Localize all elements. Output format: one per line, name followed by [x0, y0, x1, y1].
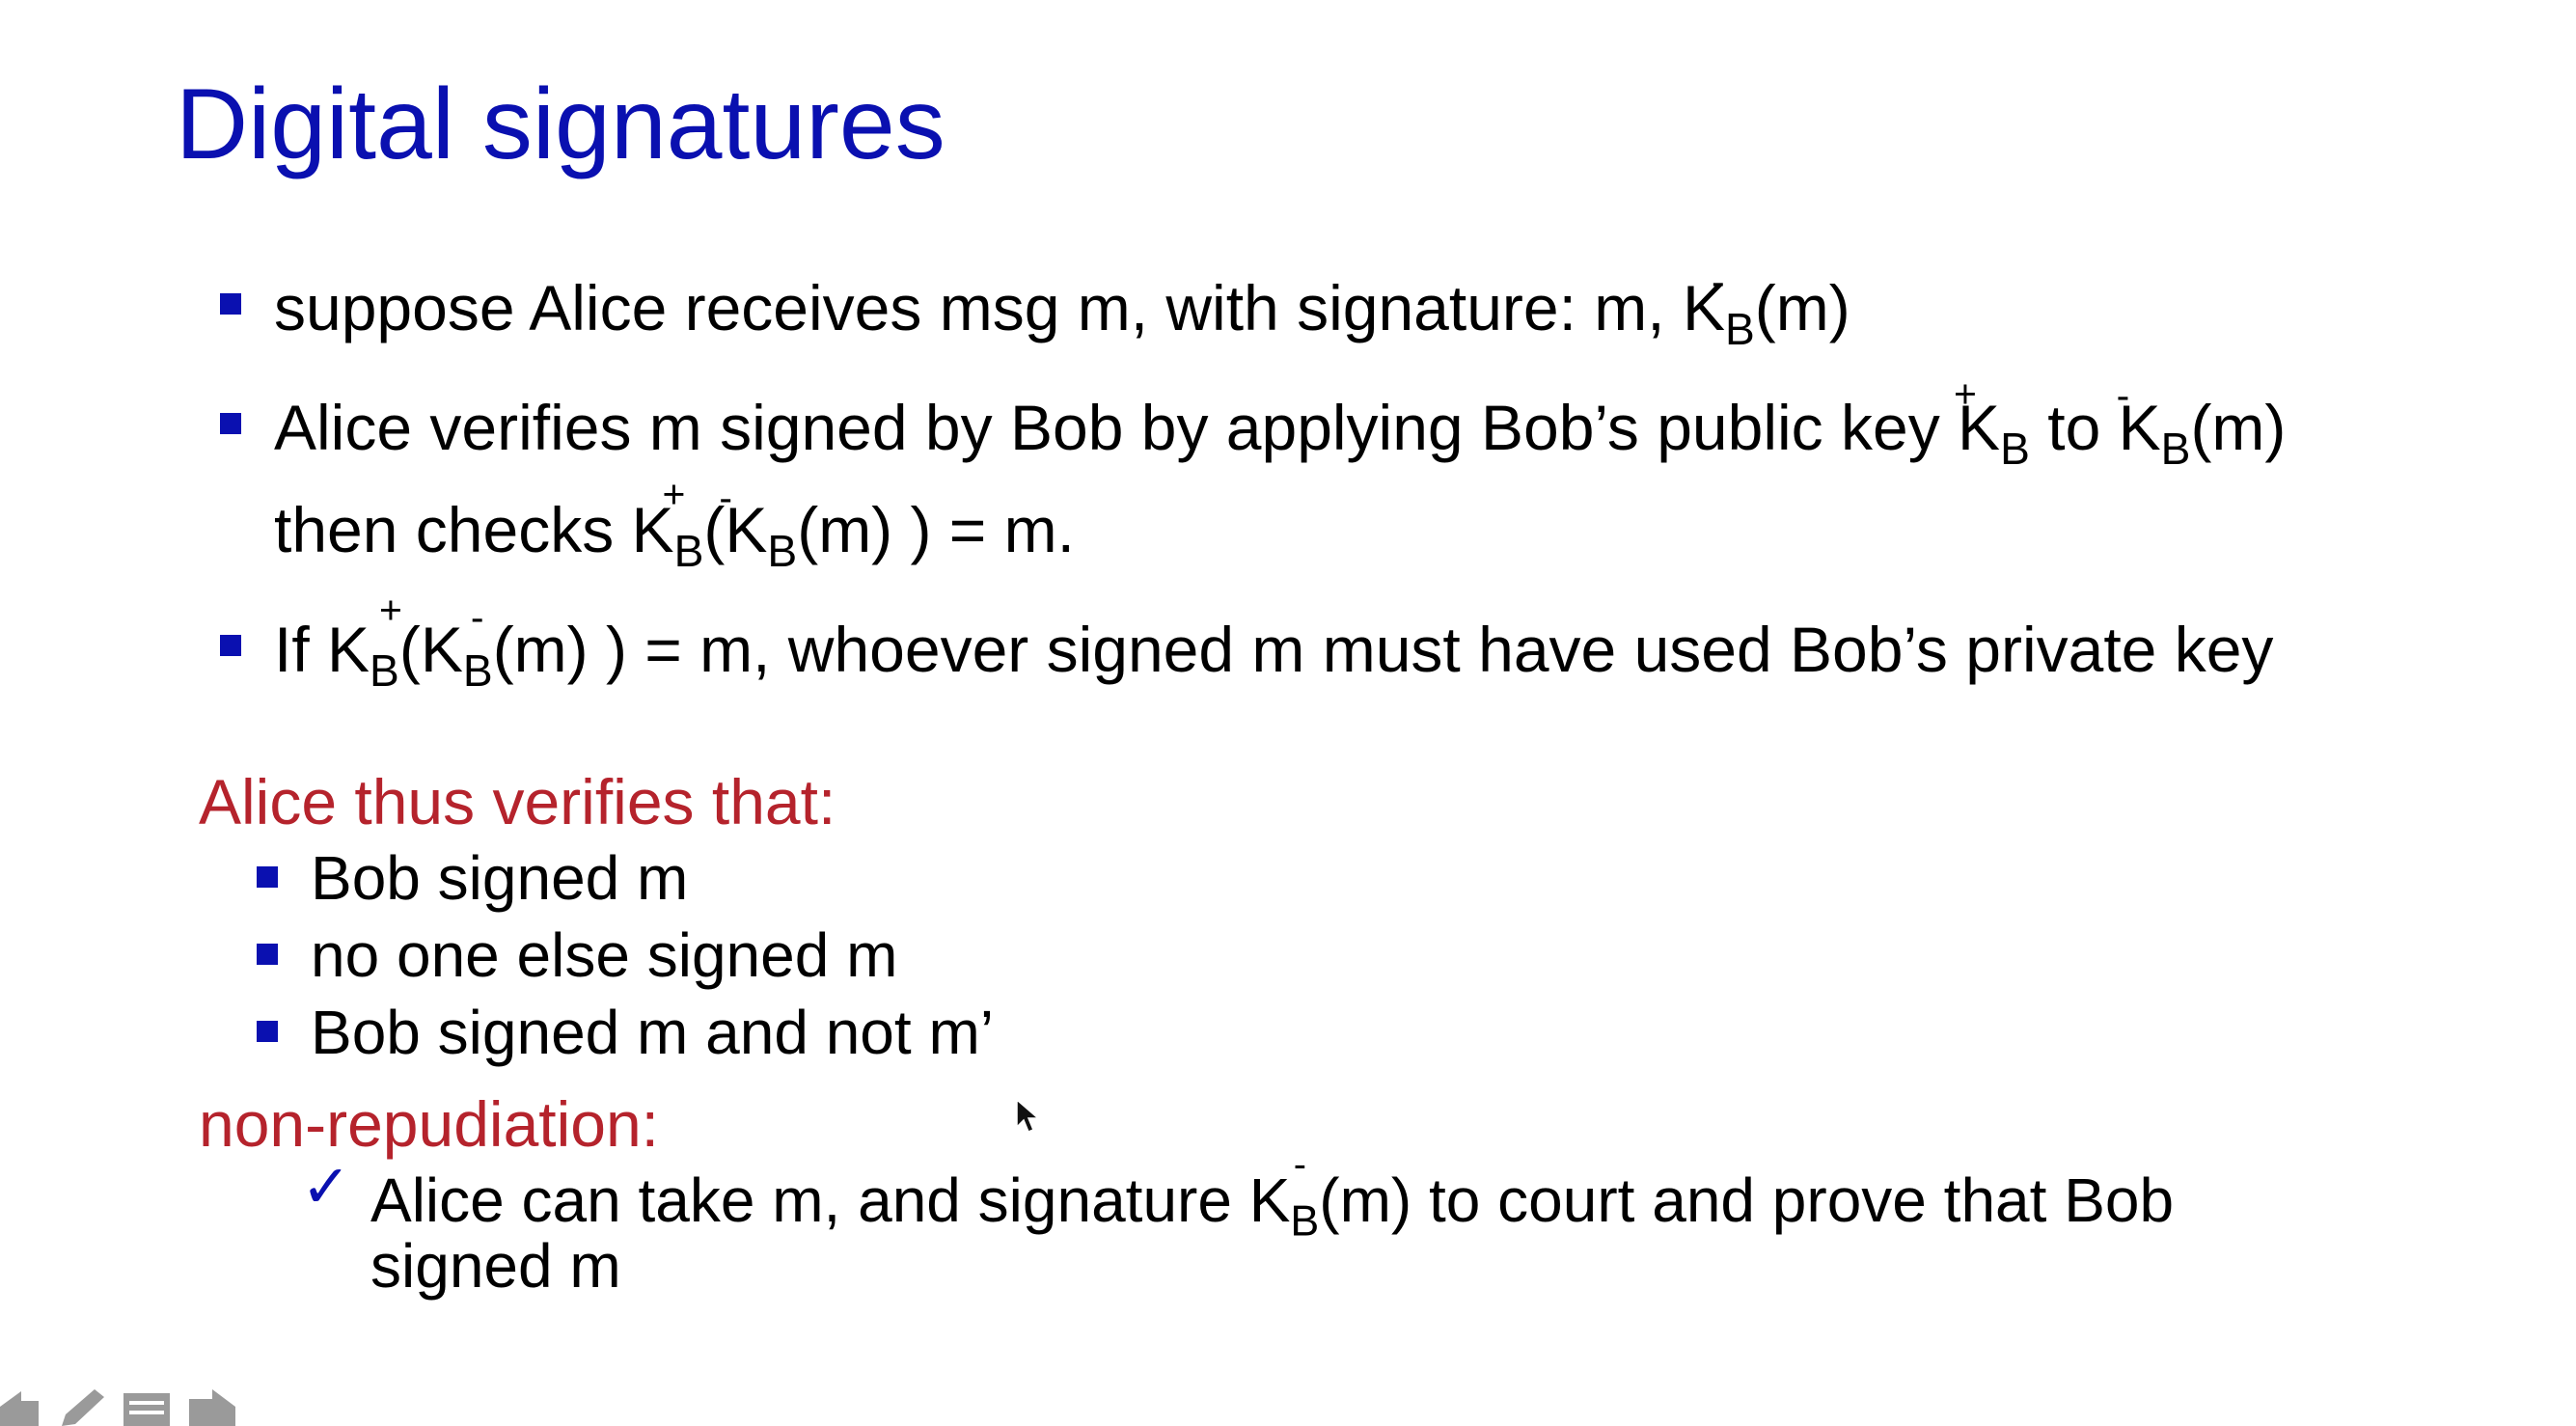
slide-title: Digital signatures — [176, 69, 945, 180]
slideshow-toolbar — [0, 1387, 251, 1426]
bullet-square — [220, 293, 241, 315]
bullet-3: If KB + (KB - (m) ) = m, whoever signed m mu… — [274, 588, 2274, 696]
bullet-square — [220, 413, 241, 434]
previous-slide-icon[interactable] — [0, 1387, 42, 1426]
bullet-3-text-pre: If — [274, 614, 328, 685]
key-kb-private: KB - — [420, 595, 493, 696]
nonrep-text-post: (m) to court and prove that Bob — [1319, 1165, 2175, 1235]
pen-icon[interactable] — [60, 1387, 114, 1426]
bullet-2-text-mid: to — [2029, 392, 2119, 463]
bullet-2-text-pre: Alice verifies m signed by Bob by applyi… — [274, 392, 1959, 463]
nonrep-line-2: signed m — [370, 1231, 621, 1301]
next-slide-icon[interactable] — [185, 1387, 235, 1426]
bullet-1-text-pre: suppose Alice receives msg m, with signa… — [274, 272, 1683, 343]
verifies-heading: Alice thus verifies that: — [199, 766, 836, 837]
bullet-square — [257, 866, 278, 888]
bullet-square — [257, 1021, 278, 1042]
bullet-1-text-post: (m) — [1754, 272, 1850, 343]
key-kb-private: KB - — [719, 476, 798, 576]
key-kb-public: KB + — [631, 472, 704, 576]
key-kb-public: KB + — [1954, 371, 2030, 474]
nonrep-line-1: Alice can take m, and signature KB - (m) t… — [370, 1143, 2174, 1246]
verifies-item-2: no one else signed m — [311, 920, 898, 990]
nonrepudiation-heading: non-repudiation: — [199, 1088, 660, 1160]
bullet-2-line-2-pre: then checks — [274, 494, 632, 565]
bullet-3-text-post: (m) ) = m, whoever signed m must have us… — [492, 614, 2274, 685]
check-icon: ✓ — [301, 1154, 351, 1220]
bullet-square — [257, 944, 278, 965]
verifies-item-3: Bob signed m and not m’ — [311, 998, 994, 1067]
key-kb-private: KB - — [1682, 260, 1755, 354]
key-kb-public: KB + — [327, 588, 402, 696]
bullet-1: suppose Alice receives msg m, with signa… — [274, 260, 1850, 354]
key-kb-private: KB - — [1248, 1143, 1320, 1246]
bullet-2-line-2: then checks KB + (KB - (m) ) = m. — [274, 472, 1075, 576]
bullet-2-line-2-post: (m) ) = m. — [797, 494, 1076, 565]
bullet-square — [220, 635, 241, 656]
mouse-cursor-icon — [1016, 1098, 1041, 1133]
key-kb-private: KB - — [2116, 373, 2191, 474]
bullet-2-text-post: (m) — [2190, 392, 2287, 463]
nonrep-text-pre: Alice can take m, and signature — [370, 1165, 1249, 1235]
bullet-2-line-1: Alice verifies m signed by Bob by applyi… — [274, 371, 2286, 474]
verifies-item-1: Bob signed m — [311, 843, 689, 913]
open-paren: ( — [398, 614, 421, 685]
menu-icon[interactable] — [120, 1387, 174, 1426]
